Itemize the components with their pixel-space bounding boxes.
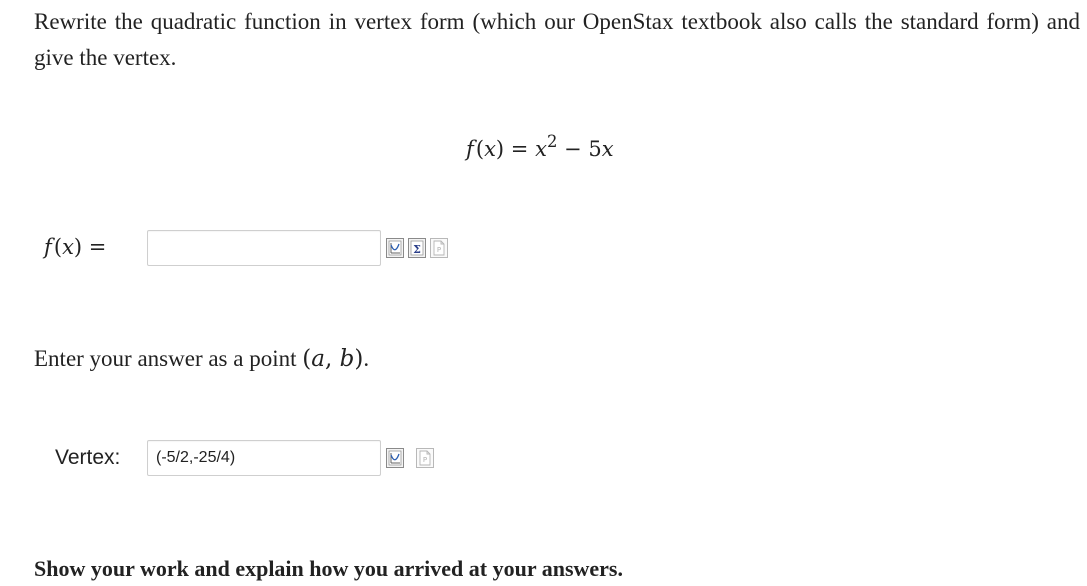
svg-text:P: P <box>423 456 427 464</box>
function-display: f (x) = x2 − 5x <box>466 132 614 161</box>
question-prompt: Rewrite the quadratic function in vertex… <box>34 9 1080 70</box>
graph-preview-icon[interactable] <box>386 238 404 258</box>
instruction-text: Enter your answer as a point <box>34 346 297 371</box>
svg-text:P: P <box>437 246 441 254</box>
show-work-instruction: Show your work and explain how you arriv… <box>34 556 623 581</box>
answer-preview-icon[interactable]: P <box>430 238 448 258</box>
minus-sign: − <box>564 137 582 161</box>
answer-function-arg: x <box>62 235 74 259</box>
instruction-end: . <box>363 346 370 371</box>
function-name: f <box>466 137 474 161</box>
answer-instruction: Enter your answer as a point (a, b). <box>34 341 369 377</box>
vertex-answer-preview-icon[interactable]: P <box>416 448 434 468</box>
function-coefficient: 5 <box>588 137 602 161</box>
answer-function-name: f <box>44 235 52 259</box>
svg-text:Σ: Σ <box>413 243 421 256</box>
function-arg: x <box>484 137 496 161</box>
point-a: a <box>311 346 325 372</box>
vertex-form-input[interactable] <box>147 230 381 266</box>
equation-editor-icon[interactable]: Σ <box>408 238 426 258</box>
point-notation: (a, b) <box>302 346 364 372</box>
answer-label-fx: f (x) = <box>44 235 107 259</box>
equals-sign: = <box>510 137 529 161</box>
function-base: x <box>535 137 547 161</box>
vertex-input[interactable] <box>147 440 381 476</box>
vertex-graph-preview-icon[interactable] <box>386 448 404 468</box>
function-term-var: x <box>601 137 614 161</box>
function-exponent: 2 <box>546 132 558 151</box>
vertex-label: Vertex: <box>55 446 121 469</box>
answer-equals-sign: = <box>88 235 107 259</box>
point-b: b <box>339 346 355 372</box>
